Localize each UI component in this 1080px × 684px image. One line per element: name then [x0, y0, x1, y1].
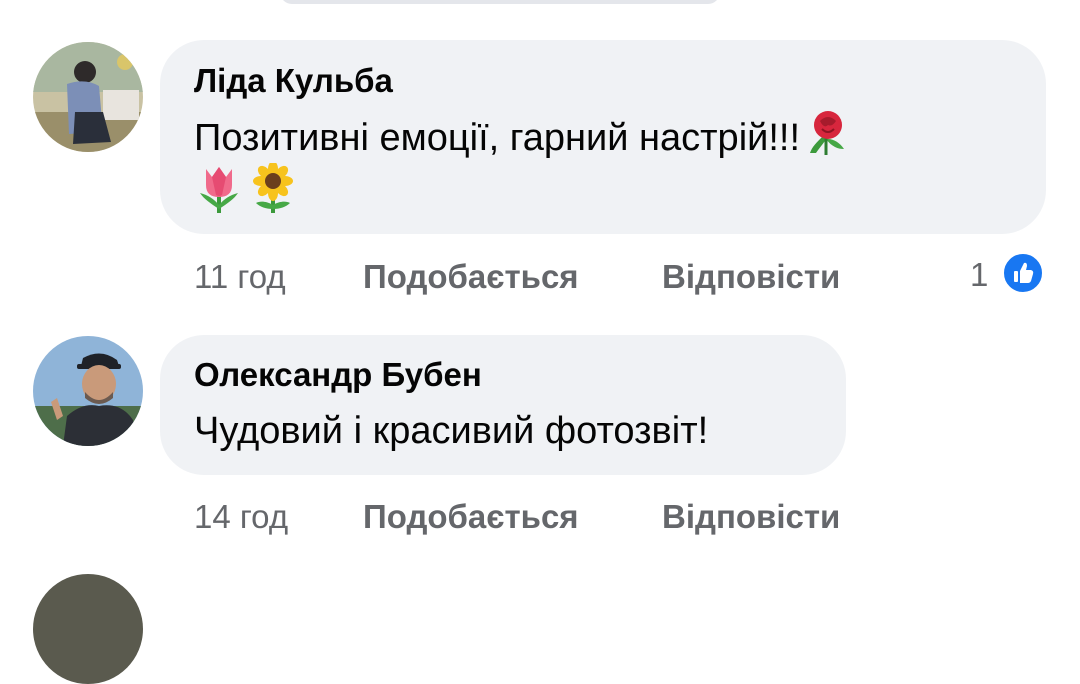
- comment-bubble: Ліда Кульба Позитивні емоції, гарний нас…: [160, 40, 1046, 234]
- comment-bubble: Олександр Бубен Чудовий і красивий фотоз…: [160, 335, 846, 475]
- comment-author[interactable]: Ліда Кульба: [194, 61, 393, 101]
- thumbs-up-icon: [1001, 251, 1045, 295]
- comment-text-line: Позитивні емоції, гарний настрій!!!: [194, 117, 801, 160]
- comment-text: Позитивні емоції, гарний настрій!!!: [194, 109, 850, 171]
- avatar[interactable]: [33, 42, 143, 152]
- reply-button[interactable]: Відповісти: [662, 257, 840, 297]
- reaction-count: 1: [970, 256, 989, 293]
- sunflower-emoji: [248, 161, 298, 227]
- avatar[interactable]: [33, 336, 143, 446]
- comment-author[interactable]: Олександр Бубен: [194, 355, 482, 395]
- tulip-emoji: [194, 163, 244, 227]
- comment-text-emoji-line: [194, 161, 298, 227]
- reply-button[interactable]: Відповісти: [662, 497, 840, 537]
- rose-emoji: [802, 109, 850, 171]
- avatar[interactable]: [33, 574, 143, 684]
- previous-comment-fragment: [280, 0, 720, 4]
- comment-timestamp[interactable]: 14 год: [194, 497, 288, 537]
- like-button[interactable]: Подобається: [363, 257, 579, 297]
- comment-text: Чудовий і красивий фотозвіт!: [194, 410, 709, 452]
- comment-timestamp[interactable]: 11 год: [194, 257, 286, 297]
- like-button[interactable]: Подобається: [363, 497, 579, 537]
